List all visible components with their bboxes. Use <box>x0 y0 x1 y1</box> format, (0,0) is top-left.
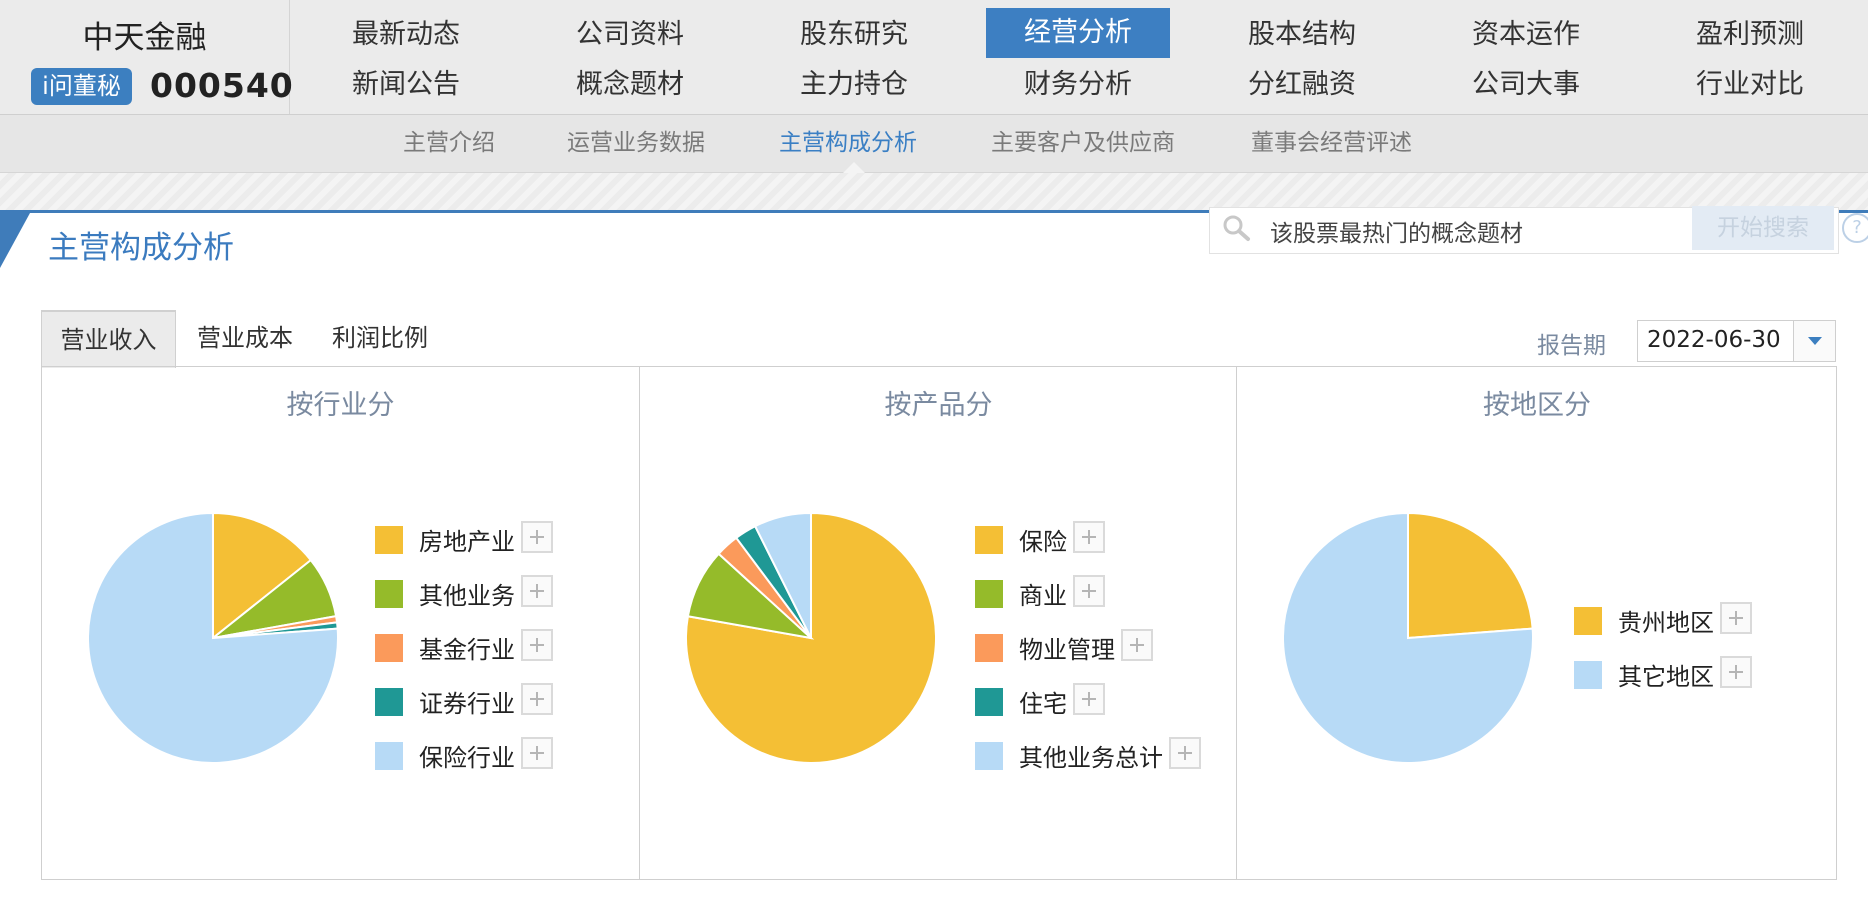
expand-plus-icon[interactable] <box>1720 656 1752 688</box>
active-subnav-caret <box>843 162 865 173</box>
expand-plus-icon[interactable] <box>1720 602 1752 634</box>
nav-capital-operation[interactable]: 资本运作 <box>1434 10 1618 60</box>
company-block: 中天金融 i问董秘 000540 <box>0 0 293 114</box>
subnav-operation-data[interactable]: 运营业务数据 <box>567 115 705 172</box>
legend-label: 证券行业 <box>419 690 515 718</box>
nav-company-events[interactable]: 公司大事 <box>1434 60 1618 110</box>
chart-title: 按产品分 <box>884 390 993 421</box>
pie-chart-industry <box>87 511 339 764</box>
legend-label: 保险 <box>1019 528 1067 556</box>
nav-profit-forecast[interactable]: 盈利预测 <box>1658 10 1842 60</box>
legend-swatch <box>375 526 403 554</box>
legend-swatch <box>975 742 1003 770</box>
chevron-down-icon[interactable] <box>1793 321 1835 361</box>
period-label: 报告期 <box>1537 333 1606 359</box>
nav-latest-news[interactable]: 最新动态 <box>314 10 498 60</box>
legend-label: 其他业务 <box>419 582 515 610</box>
striped-divider <box>0 173 1868 210</box>
expand-plus-icon[interactable] <box>521 737 553 769</box>
panel-by-region: 按地区分 贵州地区 其它地区 <box>1236 367 1837 879</box>
pie-chart-product <box>685 511 937 764</box>
sub-navigation: 主营介绍 运营业务数据 主营构成分析 主要客户及供应商 董事会经营评述 <box>0 115 1868 173</box>
expand-plus-icon[interactable] <box>1169 737 1201 769</box>
period-value: 2022-06-30 <box>1647 327 1781 353</box>
expand-plus-icon[interactable] <box>1073 521 1105 553</box>
legend-label: 其它地区 <box>1618 663 1714 691</box>
nav-operation-analysis[interactable]: 经营分析 <box>986 8 1170 58</box>
search-button[interactable]: 开始搜索 <box>1692 206 1834 250</box>
legend-swatch <box>375 742 403 770</box>
search-input[interactable]: 该股票最热门的概念题材 <box>1270 214 1523 248</box>
expand-plus-icon[interactable] <box>1073 683 1105 715</box>
company-name: 中天金融 <box>82 20 207 56</box>
legend-label: 物业管理 <box>1019 636 1115 664</box>
pie-slice-0[interactable] <box>1407 511 1534 640</box>
legend-label: 房地产业 <box>419 528 515 556</box>
panel-by-industry: 按行业分 房地产业 其他业务 基金行业 证券行业 保险行业 <box>42 367 639 879</box>
expand-plus-icon[interactable] <box>521 575 553 607</box>
legend-label: 其他业务总计 <box>1019 744 1163 772</box>
section-title: 主营构成分析 <box>48 230 234 266</box>
legend-label: 贵州地区 <box>1618 609 1714 637</box>
legend-swatch <box>975 688 1003 716</box>
expand-plus-icon[interactable] <box>521 683 553 715</box>
legend-swatch <box>975 634 1003 662</box>
nav-announcements[interactable]: 新闻公告 <box>314 60 498 110</box>
ask-secretary-badge[interactable]: i问董秘 <box>31 68 132 105</box>
panel-by-product: 按产品分 保险 商业 物业管理 住宅 其他业务总计 <box>639 367 1237 879</box>
legend-swatch <box>375 580 403 608</box>
legend-swatch <box>975 526 1003 554</box>
nav-industry-comparison[interactable]: 行业对比 <box>1658 60 1842 110</box>
subnav-business-intro[interactable]: 主营介绍 <box>403 115 495 172</box>
expand-plus-icon[interactable] <box>521 629 553 661</box>
legend-swatch <box>1574 607 1602 635</box>
nav-concepts[interactable]: 概念题材 <box>538 60 722 110</box>
stock-code: 000540 <box>150 66 294 105</box>
subnav-customers-suppliers[interactable]: 主要客户及供应商 <box>991 115 1175 172</box>
tab-revenue[interactable]: 营业收入 <box>41 310 176 368</box>
chart-panels: 按行业分 房地产业 其他业务 基金行业 证券行业 保险行业 按产品分 保险 商业… <box>41 366 1837 880</box>
nav-shareholder-research[interactable]: 股东研究 <box>762 10 946 60</box>
section-accent <box>0 213 30 268</box>
legend-label: 保险行业 <box>419 744 515 772</box>
legend-label: 商业 <box>1019 582 1067 610</box>
nav-institutional-holdings[interactable]: 主力持仓 <box>762 60 946 110</box>
expand-plus-icon[interactable] <box>1121 629 1153 661</box>
top-navigation: 中天金融 i问董秘 000540 最新动态 公司资料 股东研究 经营分析 股本结… <box>0 0 1868 115</box>
nav-dividends-financing[interactable]: 分红融资 <box>1210 60 1394 110</box>
help-icon[interactable]: ? <box>1842 213 1868 243</box>
chart-title: 按行业分 <box>286 390 395 421</box>
subnav-board-review[interactable]: 董事会经营评述 <box>1251 115 1412 172</box>
legend-swatch <box>1574 661 1602 689</box>
nav-share-structure[interactable]: 股本结构 <box>1210 10 1394 60</box>
legend-swatch <box>375 688 403 716</box>
nav-company-info[interactable]: 公司资料 <box>538 10 722 60</box>
legend-swatch <box>375 634 403 662</box>
legend-swatch <box>975 580 1003 608</box>
legend-label: 住宅 <box>1019 690 1067 718</box>
pie-chart-region <box>1282 511 1534 764</box>
expand-plus-icon[interactable] <box>1073 575 1105 607</box>
legend-label: 基金行业 <box>419 636 515 664</box>
tab-cost[interactable]: 营业成本 <box>188 310 302 366</box>
search-icon <box>1223 215 1250 241</box>
tab-profit-ratio[interactable]: 利润比例 <box>323 310 437 366</box>
expand-plus-icon[interactable] <box>521 521 553 553</box>
chart-title: 按地区分 <box>1483 390 1591 421</box>
nav-financial-analysis[interactable]: 财务分析 <box>986 60 1170 110</box>
